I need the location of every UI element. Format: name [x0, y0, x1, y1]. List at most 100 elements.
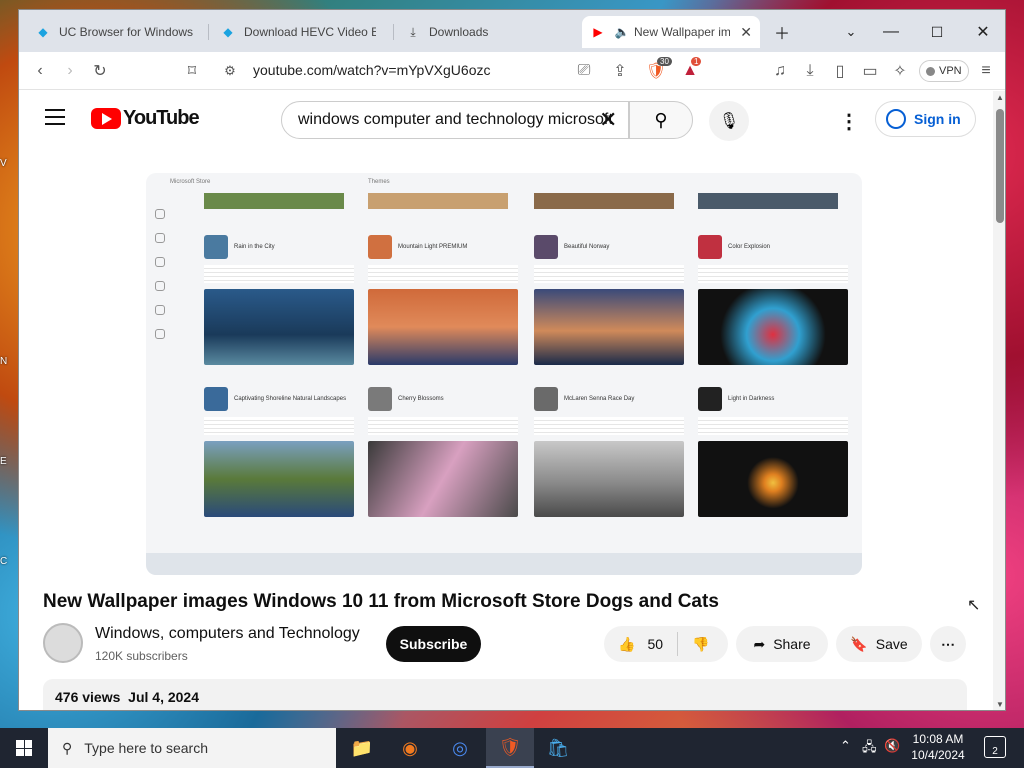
desktop-icon-label[interactable]: V — [0, 158, 7, 169]
file-explorer-icon[interactable]: 📁 — [338, 728, 386, 768]
dislike-button[interactable]: 👎 — [678, 636, 723, 653]
store-card: Cherry Blossoms — [368, 387, 518, 517]
cast-icon[interactable]: ⎚ — [571, 58, 597, 84]
clock-time: 10:08 AM — [912, 732, 964, 746]
store-sidebar — [146, 195, 174, 551]
tab-downloads[interactable]: ⤓ Downloads — [397, 16, 496, 48]
menu-icon[interactable]: ≡ — [973, 58, 999, 84]
page-scrollbar[interactable]: ▲ ▼ — [993, 91, 1005, 710]
search-button[interactable]: ⚲ — [629, 101, 693, 139]
channel-name[interactable]: Windows, computers and Technology — [95, 625, 360, 643]
notification-count: 2 — [992, 746, 998, 757]
store-card: McLaren Senna Race Day — [534, 387, 684, 517]
search-icon: ⚲ — [62, 739, 73, 756]
site-settings-icon[interactable]: ⚙ — [217, 58, 243, 84]
reload-icon[interactable]: ↻ — [87, 58, 113, 84]
close-tab-icon[interactable]: ✕ — [740, 24, 752, 41]
close-window-button[interactable]: ✕ — [963, 16, 1003, 48]
settings-kebab-icon[interactable]: ⋮ — [839, 109, 859, 134]
video-title: New Wallpaper images Windows 10 11 from … — [43, 591, 719, 612]
volume-muted-icon[interactable]: 🔇 — [884, 738, 900, 754]
shield-count-badge: 30 — [657, 57, 672, 66]
url-field[interactable]: youtube.com/watch?v=mYpVXgU6ozc — [253, 62, 490, 78]
store-card: Beautiful Norway — [534, 235, 684, 365]
wallet-icon[interactable]: ▭ — [857, 58, 883, 84]
like-count: 50 — [647, 636, 664, 652]
maximize-button[interactable]: ☐ — [917, 16, 957, 48]
uc-browser-icon: ◆ — [38, 25, 48, 39]
video-player[interactable]: Microsoft Store Themes Rain in the City … — [146, 173, 862, 575]
notification-center-icon[interactable]: 2 — [984, 736, 1006, 758]
show-hidden-icons-icon[interactable]: ⌃ — [840, 738, 851, 754]
back-button[interactable]: ‹ — [27, 58, 53, 84]
share-page-icon[interactable]: ⇪ — [607, 58, 633, 84]
channel-avatar[interactable] — [43, 623, 83, 663]
sidebar-icon[interactable]: ▯ — [827, 58, 853, 84]
sign-in-label: Sign in — [914, 111, 961, 127]
media-icon[interactable]: ♫ — [767, 58, 793, 84]
more-actions-button[interactable]: ⋯ — [930, 626, 966, 662]
save-button[interactable]: 🔖 Save — [836, 626, 922, 662]
store-card: Rain in the City — [204, 235, 354, 365]
minimize-button[interactable]: — — [871, 16, 911, 48]
brave-icon[interactable]: 🛡 — [486, 728, 534, 768]
tab-title: New Wallpaper ima — [634, 25, 730, 39]
youtube-logo-text: YouTube — [123, 107, 200, 129]
desktop-icon-label[interactable]: E — [0, 456, 7, 467]
bookmark-icon[interactable]: ⌑ — [179, 58, 205, 84]
downloads-icon[interactable]: ⤓ — [797, 58, 823, 84]
thumbs-up-icon: 👍 — [618, 635, 636, 652]
clock-date: 10/4/2024 — [911, 748, 965, 762]
microphone-icon: 🎙 — [718, 113, 740, 130]
taskbar-search[interactable]: ⚲ Type here to search — [48, 728, 336, 768]
youtube-header: YouTube windows computer and technology … — [19, 91, 993, 147]
sign-in-button[interactable]: Sign in — [875, 101, 976, 137]
video-thumb-strip — [698, 193, 838, 209]
desktop-icon-label[interactable]: N — [0, 356, 7, 367]
youtube-page: YouTube windows computer and technology … — [19, 91, 993, 710]
leo-ai-icon[interactable]: ✧ — [887, 58, 913, 84]
tab-youtube[interactable]: ▶ 🔈 New Wallpaper ima ✕ — [582, 16, 760, 48]
store-app-title: Microsoft Store — [170, 179, 211, 185]
share-button[interactable]: ➦ Share — [736, 626, 828, 662]
vpn-button[interactable]: VPN — [919, 60, 969, 82]
video-taskbar-strip — [146, 553, 862, 575]
like-button[interactable]: 👍 50 — [604, 632, 679, 656]
microsoft-store-icon[interactable]: 🛍 — [534, 728, 582, 768]
browser-window: ◆ UC Browser for Windows ◆ Download HEVC… — [18, 9, 1006, 711]
start-button[interactable] — [0, 728, 48, 768]
upload-date: Jul 4, 2024 — [128, 689, 199, 705]
desktop-icon-label[interactable]: C — [0, 556, 7, 567]
video-thumb-strip — [204, 193, 344, 209]
youtube-logo[interactable]: YouTube — [91, 107, 200, 130]
voice-search-button[interactable]: 🎙 — [709, 101, 749, 141]
speaker-icon[interactable]: 🔈 — [614, 24, 630, 40]
new-tab-button[interactable]: ＋ — [762, 16, 802, 48]
hamburger-menu-icon[interactable] — [45, 109, 65, 125]
youtube-icon: ▶ — [593, 25, 603, 39]
description-box[interactable]: 476 views Jul 4, 2024 — [43, 679, 967, 710]
chromium-icon[interactable]: ◎ — [436, 728, 484, 768]
search-input[interactable]: windows computer and technology microsof… — [281, 101, 629, 139]
tab-list-chevron-icon[interactable]: ⌄ — [831, 16, 871, 48]
tab-hevc[interactable]: ◆ Download HEVC Video Ex — [212, 16, 384, 48]
forward-button[interactable]: › — [57, 58, 83, 84]
store-section-title: Themes — [368, 179, 390, 185]
firefox-icon[interactable]: ◉ — [386, 728, 434, 768]
save-icon: 🔖 — [850, 635, 868, 652]
subscribe-button[interactable]: Subscribe — [386, 626, 481, 662]
tab-uc-browser[interactable]: ◆ UC Browser for Windows — [27, 16, 201, 48]
scrollbar-thumb[interactable] — [996, 109, 1004, 223]
subscriber-count: 120K subscribers — [95, 649, 188, 663]
share-label: Share — [773, 636, 811, 652]
youtube-play-icon — [91, 108, 121, 129]
network-icon[interactable]: 🖧 — [862, 738, 877, 760]
taskbar-search-placeholder: Type here to search — [84, 740, 209, 756]
scroll-up-icon[interactable]: ▲ — [996, 93, 1004, 102]
store-card: Light in Darkness — [698, 387, 848, 517]
clear-search-icon[interactable]: ✕ — [599, 107, 617, 133]
scroll-down-icon[interactable]: ▼ — [996, 700, 1004, 709]
vpn-label: VPN — [939, 65, 962, 77]
system-clock[interactable]: 10:08 AM 10/4/2024 — [906, 731, 970, 763]
tab-bar: ◆ UC Browser for Windows ◆ Download HEVC… — [19, 10, 1005, 52]
